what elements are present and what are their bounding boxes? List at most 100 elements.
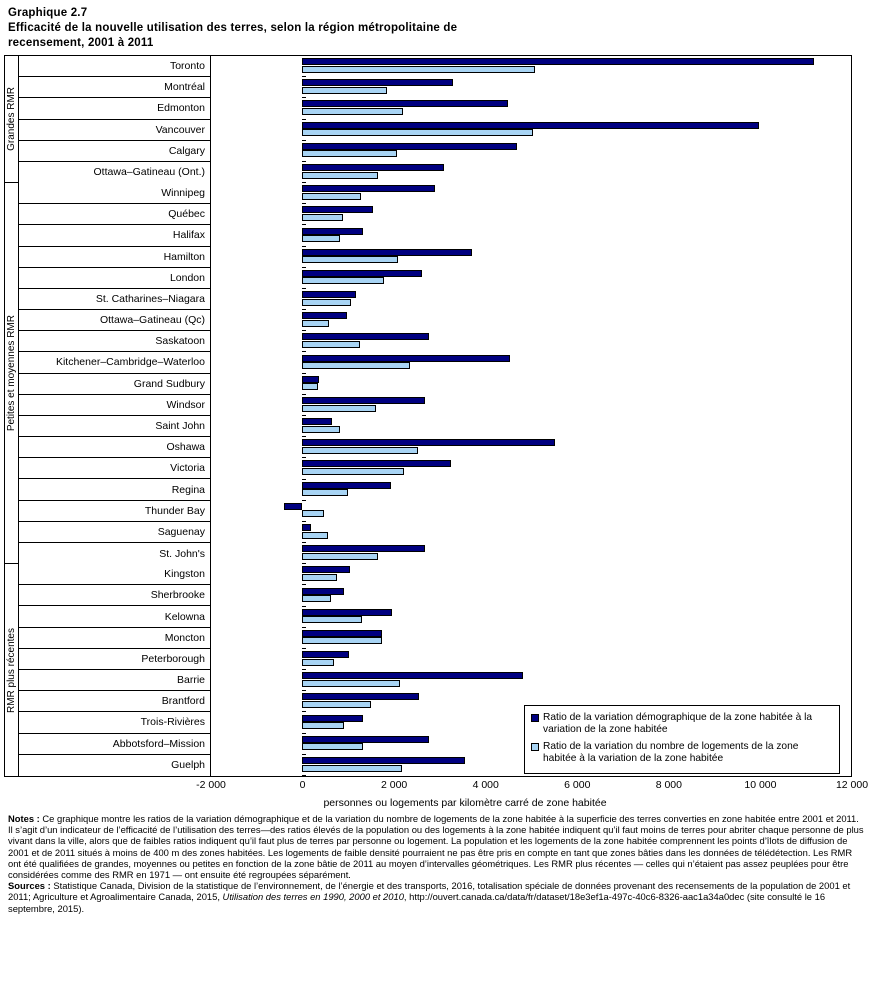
bar-group-row: [211, 352, 851, 374]
category-label: Montréal: [19, 77, 210, 99]
sources-paragraph: Sources : Statistique Canada, Division d…: [8, 880, 864, 914]
bar-series2: [302, 489, 349, 497]
bar-series1: [302, 460, 451, 468]
category-label: Peterborough: [19, 649, 210, 670]
notes-text: Ce graphique montre les ratios de la var…: [8, 813, 864, 881]
category-label: Kitchener–Cambridge–Waterloo: [19, 352, 210, 374]
category-label: Brantford: [19, 691, 210, 713]
bar-group-row: [211, 543, 851, 565]
bar-group-row: [211, 77, 851, 99]
bar-series1: [302, 142, 518, 150]
bar-series1: [302, 651, 350, 659]
bar-series2: [302, 701, 371, 708]
bar-series1: [302, 121, 759, 129]
sources-label: Sources :: [8, 880, 51, 892]
bar-series1: [302, 269, 423, 277]
bar-series1: [302, 672, 524, 680]
bar-group-row: [211, 585, 851, 607]
bar-series2: [302, 573, 338, 581]
category-label-column: Toronto Montréal Edmonton Vancouver Calgary O…: [19, 56, 211, 776]
bar-group-row: [211, 374, 851, 395]
chart-page: Graphique 2.7 Efficacité de la nouvelle …: [0, 0, 870, 985]
bar-series2: [302, 129, 533, 137]
group-label-1: Grandes RMR: [5, 56, 18, 184]
bar-series1: [302, 375, 320, 383]
bar-series2: [302, 65, 535, 73]
category-label: London: [19, 268, 210, 289]
legend-label-series1: Ratio de la variation démographique de l…: [543, 712, 813, 736]
bar-series1: [302, 206, 373, 214]
x-axis-tick-label: 8 000: [655, 779, 682, 791]
chart-number: Graphique 2.7: [8, 7, 88, 19]
bar-group-row: [211, 141, 851, 162]
bar-series1: [302, 100, 509, 108]
x-axis-tick-label: 2 000: [381, 779, 408, 791]
category-label: Kingston: [19, 564, 210, 586]
bar-series1: [302, 587, 344, 595]
bar-series1: [302, 248, 472, 256]
bar-series1: [302, 333, 429, 341]
bar-series2: [302, 86, 387, 94]
chart-frame: Grandes RMR Petites et moyennes RMR RMR pl…: [4, 55, 852, 777]
x-axis-tick-label: 12 000: [835, 779, 869, 791]
notes-block: Notes : Ce graphique montre les ratios d…: [0, 809, 870, 914]
bar-series2: [302, 383, 318, 391]
bar-series2: [302, 362, 410, 370]
x-axis-tick-label: 10 000: [744, 779, 777, 791]
category-label: Regina: [19, 479, 210, 501]
bar-group-row: [211, 204, 851, 226]
bar-series2: [302, 446, 418, 454]
bar-series2: [302, 510, 325, 518]
category-label: Toronto: [19, 56, 210, 78]
bar-series1: [302, 545, 425, 553]
page-title-line-1: Efficacité de la nouvelle utilisation de…: [8, 22, 458, 34]
bar-group-row: [211, 649, 851, 671]
category-label: Ottawa–Gatineau (Ont.): [93, 166, 205, 179]
bar-group-row: [211, 522, 851, 544]
bar-series1: [302, 629, 383, 637]
bar-series2: [302, 743, 364, 751]
bar-series2: [302, 722, 344, 730]
group-label-text: RMR plus récentes: [6, 627, 17, 713]
bar-series1: [302, 79, 454, 87]
bar-series2: [302, 637, 382, 645]
category-label: Québec: [19, 204, 210, 226]
category-label: Edmonton: [19, 98, 210, 120]
bar-group-row: [211, 183, 851, 205]
bar-series1: [302, 312, 348, 320]
x-axis-tick-label: 4 000: [472, 779, 499, 791]
bar-group-row: [211, 607, 851, 628]
legend-item-series1: Ratio de la variation démographique de l…: [531, 712, 831, 737]
bar-group-row: [211, 416, 851, 438]
bar-series1: [302, 566, 351, 574]
bar-series2: [302, 531, 329, 539]
group-label-2: Petites et moyennes RMR: [5, 183, 18, 565]
bar-group-row: [211, 98, 851, 120]
bar-group-row: [211, 437, 851, 459]
legend-label-series2: Ratio de la variation du nombre de logem…: [543, 740, 799, 765]
bar-group-row: [211, 289, 851, 311]
bar-series2: [302, 256, 398, 264]
bar-series2: [302, 764, 403, 772]
title-block: Graphique 2.7 Efficacité de la nouvelle …: [0, 0, 870, 51]
bar-series2: [302, 595, 332, 603]
bar-series2: [302, 425, 340, 433]
bar-series1: [302, 163, 445, 171]
bar-series1: [302, 396, 425, 404]
bar-group-row: [211, 56, 851, 78]
x-axis-title: personnes ou logements par kilomètre car…: [323, 797, 607, 809]
legend-item-series2: Ratio de la variation du nombre de logem…: [531, 741, 831, 766]
sources-italic-title: Utilisation des terres en 1990, 2000 et …: [222, 891, 404, 903]
bar-series2: [302, 341, 360, 348]
page-title-line-2: recensement, 2001 à 2011: [8, 37, 154, 49]
bar-group-row: [211, 120, 851, 141]
notes-label: Notes :: [8, 813, 40, 824]
category-label: Grand Sudbury: [19, 374, 210, 395]
bar-series1: [302, 693, 419, 701]
bar-series2: [302, 658, 335, 666]
category-label: Abbotsford–Mission: [19, 734, 210, 755]
x-axis-tick-label: -2 000: [196, 779, 226, 791]
bar-series2: [302, 277, 384, 285]
bar-series2: [302, 319, 330, 327]
group-label-text: Petites et moyennes RMR: [6, 315, 17, 432]
